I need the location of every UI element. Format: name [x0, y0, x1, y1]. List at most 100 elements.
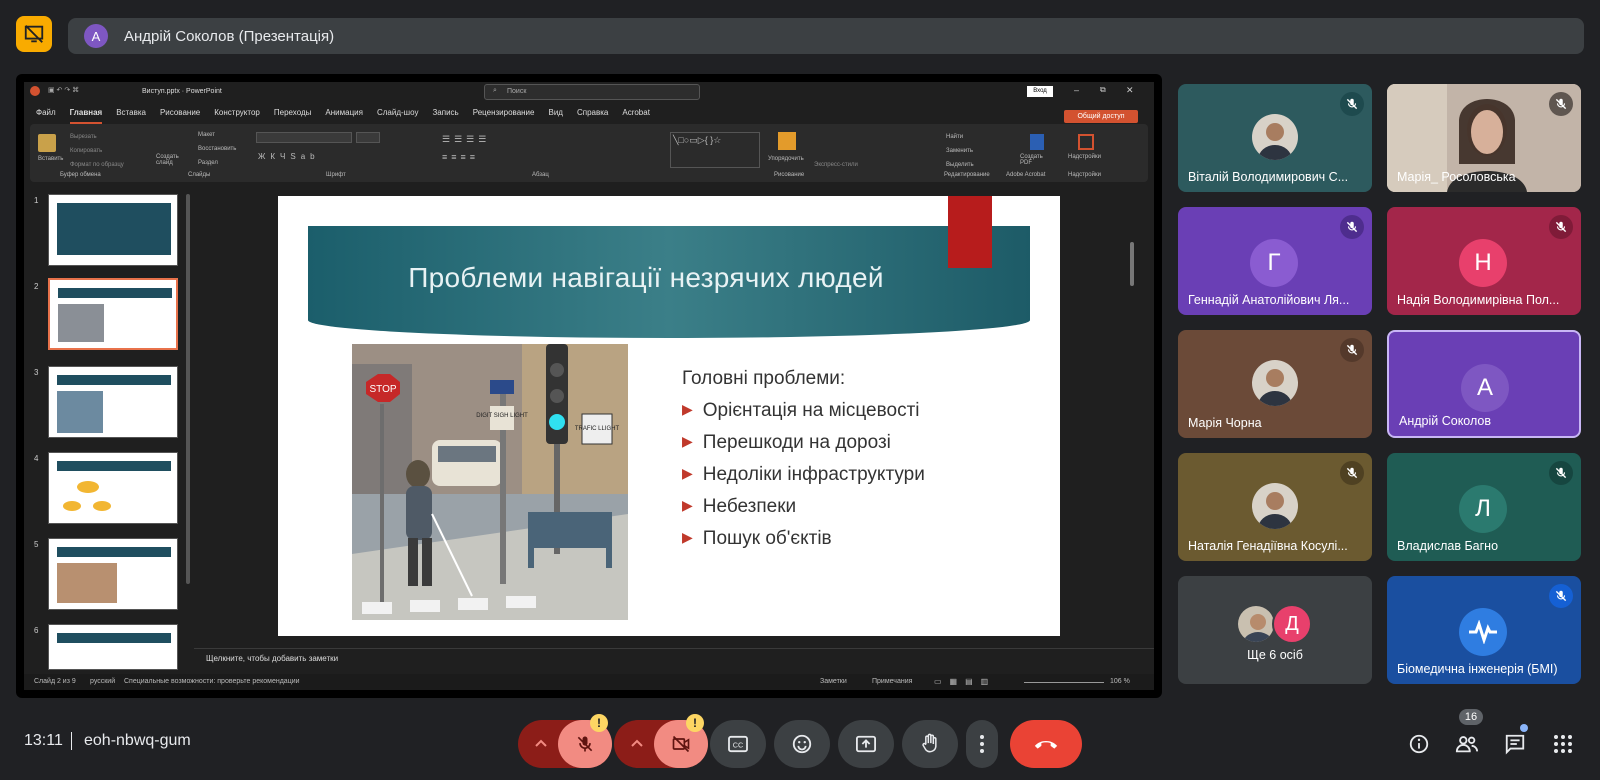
reset-button[interactable]: Восстановить — [198, 146, 236, 152]
menu-review[interactable]: Рецензирование — [473, 108, 535, 124]
align-buttons[interactable]: ≡≡≡≡ — [442, 152, 479, 162]
bullet-arrow-icon: ▶ — [682, 401, 693, 417]
thumb-number: 2 — [34, 282, 39, 291]
menu-acrobat[interactable]: Acrobat — [622, 108, 650, 124]
slide-thumb-2[interactable] — [48, 278, 178, 350]
arrange-icon[interactable] — [778, 132, 796, 150]
layout-button[interactable]: Макет — [198, 132, 215, 138]
menu-file[interactable]: Файл — [36, 108, 56, 124]
replace-button[interactable]: Заменить — [946, 148, 973, 154]
minimize-icon[interactable]: – — [1074, 85, 1079, 95]
arrange-button[interactable]: Упорядочить — [768, 156, 804, 162]
addins-icon[interactable] — [1078, 134, 1094, 150]
meeting-info-button[interactable] — [1403, 728, 1435, 760]
menu-help[interactable]: Справка — [577, 108, 608, 124]
quick-styles-button[interactable]: Экспресс-стили — [814, 162, 858, 168]
menu-design[interactable]: Конструктор — [214, 108, 260, 124]
copy-button[interactable]: Копировать — [70, 148, 102, 154]
cut-button[interactable]: Вырезать — [70, 134, 97, 140]
participant-photo — [1252, 114, 1298, 160]
participant-tile[interactable]: Марія_ Росоловська — [1387, 84, 1581, 192]
select-button[interactable]: Выделить — [946, 162, 974, 168]
menu-record[interactable]: Запись — [432, 108, 458, 124]
save-icon[interactable]: ▣ ↶ ↷ ⌘ — [48, 86, 79, 94]
slide-thumb-1[interactable] — [48, 194, 178, 266]
activities-button[interactable] — [1547, 728, 1579, 760]
participant-tile[interactable]: Біомедична інженерія (БМІ) — [1387, 576, 1581, 684]
font-family-select[interactable] — [256, 132, 352, 143]
participant-tile[interactable]: Віталій Володимирович С... — [1178, 84, 1372, 192]
participant-tile[interactable]: Л Владислав Багно — [1387, 453, 1581, 561]
restore-icon[interactable]: ⧉ — [1100, 85, 1106, 95]
language-indicator[interactable]: русский — [90, 678, 115, 685]
presenter-avatar: А — [84, 24, 108, 48]
view-buttons[interactable]: ▭▦▤▥ — [934, 677, 996, 686]
bullet-arrow-icon: ▶ — [682, 497, 693, 513]
slide-thumb-4[interactable] — [48, 452, 178, 524]
share-button[interactable]: Общий доступ — [1064, 110, 1138, 123]
new-slide-button[interactable]: Создать слайд — [156, 154, 186, 166]
comments-toggle[interactable]: Примечания — [872, 678, 912, 685]
participant-avatar: Н — [1459, 239, 1507, 287]
thumb-number: 3 — [34, 368, 39, 377]
participant-tile[interactable]: Наталія Генадіївна Косулі... — [1178, 453, 1372, 561]
notes-toggle[interactable]: Заметки — [820, 678, 847, 685]
paste-icon[interactable] — [38, 134, 56, 152]
participant-tile[interactable]: А Андрій Соколов — [1387, 330, 1581, 438]
menu-home[interactable]: Главная — [69, 108, 103, 124]
accessibility-status[interactable]: Специальные возможности: проверьте реком… — [124, 678, 300, 685]
slide-thumbnails[interactable]: 1 2 3 4 5 6 — [24, 190, 194, 670]
participant-tile[interactable]: Д Ще 6 осіб — [1178, 576, 1372, 684]
slide-thumb-5[interactable] — [48, 538, 178, 610]
slide-scrollbar[interactable] — [1130, 242, 1134, 286]
leave-call-button[interactable] — [1010, 720, 1082, 768]
chevron-up-icon — [535, 739, 547, 747]
powerpoint-icon — [30, 86, 40, 96]
muted-indicator — [1340, 215, 1364, 239]
close-icon[interactable]: ✕ — [1126, 85, 1134, 96]
ppt-titlebar: ▣ ↶ ↷ ⌘ Виступ.pptx · PowerPoint ⌕ Поиск… — [24, 82, 1154, 102]
pdf-icon[interactable] — [1030, 134, 1044, 150]
create-pdf-button[interactable]: Создать PDF — [1020, 154, 1050, 166]
participant-tile[interactable]: Г Геннадій Анатолійович Ля... — [1178, 207, 1372, 315]
zoom-level[interactable]: 106 % — [1110, 678, 1130, 685]
menu-transitions[interactable]: Переходы — [274, 108, 312, 124]
shapes-gallery[interactable]: ╲□○▭▷{ }☆ — [670, 132, 760, 168]
menu-draw[interactable]: Рисование — [160, 108, 200, 124]
raise-hand-button[interactable] — [902, 720, 958, 768]
present-button[interactable] — [838, 720, 894, 768]
menu-view[interactable]: Вид — [548, 108, 562, 124]
thumbs-scrollbar[interactable] — [186, 194, 190, 584]
ppt-signin-button[interactable]: Вход — [1027, 86, 1053, 97]
muted-indicator — [1340, 92, 1364, 116]
menu-animation[interactable]: Анимация — [325, 108, 363, 124]
participant-tile[interactable]: Марія Чорна — [1178, 330, 1372, 438]
font-size-select[interactable] — [356, 132, 380, 143]
captions-button[interactable]: CC — [710, 720, 766, 768]
section-button[interactable]: Раздел — [198, 160, 218, 166]
zoom-slider[interactable] — [1024, 682, 1104, 683]
font-format-buttons[interactable]: ЖКЧSab — [258, 152, 320, 161]
slide-thumb-3[interactable] — [48, 366, 178, 438]
notes-pane[interactable]: Щелкните, чтобы добавить заметки — [194, 648, 1154, 670]
participant-tile[interactable]: Н Надія Володимирівна Пол... — [1387, 207, 1581, 315]
find-button[interactable]: Найти — [946, 134, 963, 140]
format-painter-button[interactable]: Формат по образцу — [70, 162, 124, 168]
paragraph-buttons[interactable]: ☰☰☰☰ — [442, 134, 490, 145]
addins-button[interactable]: Надстройки — [1068, 154, 1101, 160]
chat-button[interactable] — [1499, 728, 1531, 760]
muted-indicator — [1340, 461, 1364, 485]
menu-insert[interactable]: Вставка — [116, 108, 146, 124]
group-font: Шрифт — [326, 172, 346, 178]
meeting-code: eoh-nbwq-gum — [84, 732, 191, 749]
people-button[interactable] — [1451, 728, 1483, 760]
slide-thumb-6[interactable] — [48, 624, 178, 670]
ppt-search-input[interactable]: ⌕ Поиск — [484, 84, 700, 100]
paste-label[interactable]: Вставить — [38, 156, 63, 162]
menu-slideshow[interactable]: Слайд-шоу — [377, 108, 418, 124]
more-options-button[interactable] — [966, 720, 998, 768]
slide-canvas[interactable]: Проблеми навігації незрячих людей STOP D… — [278, 196, 1060, 636]
reactions-button[interactable] — [774, 720, 830, 768]
group-paragraph: Абзац — [532, 172, 549, 178]
muted-indicator — [1549, 584, 1573, 608]
